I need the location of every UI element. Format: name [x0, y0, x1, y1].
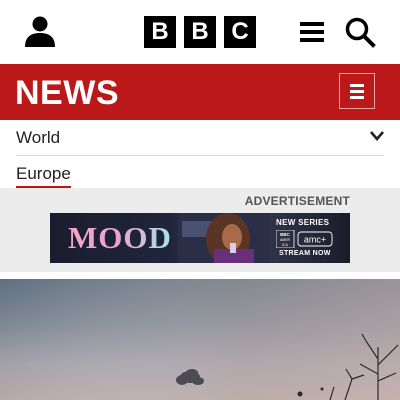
section-label: World: [16, 128, 61, 147]
main-menu-button[interactable]: [298, 18, 326, 46]
search-icon: [345, 17, 376, 48]
ad-network-logos: BBC AMER ICA amc+: [276, 230, 333, 248]
account-icon: [25, 16, 55, 47]
chevron-down-icon: [370, 131, 384, 141]
news-banner: NEWS: [0, 64, 400, 120]
section-dropdown[interactable]: World: [16, 120, 384, 156]
advertisement-label: ADVERTISEMENT: [244, 194, 350, 208]
bbc-logo-block: C: [224, 16, 256, 48]
advertisement-section: ADVERTISEMENT MOOD NEW SERIES BBC AMER I…: [0, 188, 400, 272]
news-title[interactable]: NEWS: [15, 73, 119, 113]
menu-icon-bar: [350, 89, 364, 93]
ad-cta: STREAM NOW: [279, 250, 331, 257]
search-button[interactable]: [344, 16, 376, 48]
subsection-link-europe[interactable]: Europe: [16, 164, 71, 189]
advertisement-banner[interactable]: MOOD NEW SERIES BBC AMER ICA amc+ STREAM…: [50, 213, 350, 263]
account-button[interactable]: [22, 14, 58, 50]
svg-text:amc+: amc+: [304, 235, 326, 245]
ad-tagline: NEW SERIES: [276, 218, 330, 227]
svg-text:AMER: AMER: [280, 238, 291, 242]
menu-icon-bar: [350, 95, 364, 99]
news-menu-button[interactable]: [339, 73, 375, 109]
bbc-logo[interactable]: B B C: [144, 16, 256, 48]
hero-image[interactable]: [0, 279, 400, 400]
ad-headline: MOOD: [68, 220, 172, 255]
svg-text:ICA: ICA: [282, 243, 289, 247]
bbc-logo-block: B: [184, 16, 216, 48]
ad-person-image: [178, 213, 270, 263]
menu-icon: [300, 22, 324, 42]
menu-icon: [350, 83, 364, 87]
bbc-logo-block: B: [144, 16, 176, 48]
top-header: B B C: [0, 0, 400, 64]
svg-text:BBC: BBC: [280, 232, 290, 237]
photo-image: [0, 279, 400, 400]
